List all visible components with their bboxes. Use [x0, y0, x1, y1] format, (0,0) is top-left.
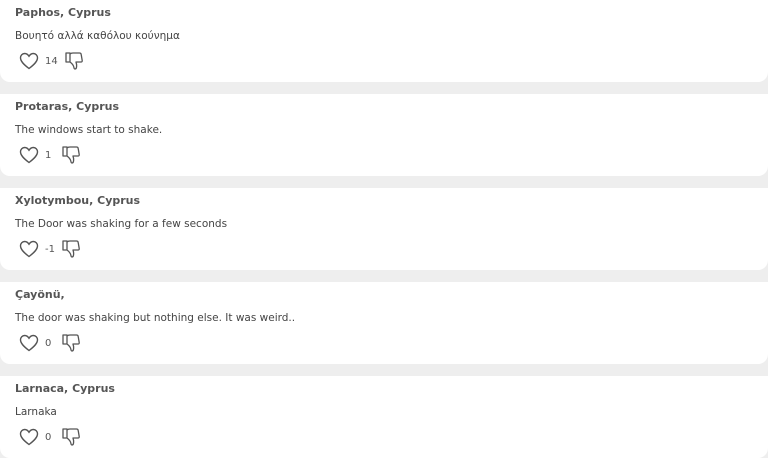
thumbs-down-icon[interactable]	[63, 50, 85, 72]
report-location: Paphos, Cyprus	[15, 6, 111, 19]
report-location: Larnaca, Cyprus	[15, 382, 115, 395]
report-message: Βουητό αλλά καθόλου κούνημα	[15, 30, 180, 42]
thumbs-down-icon[interactable]	[60, 238, 82, 260]
report-card: Çayönü, The door was shaking but nothing…	[0, 282, 768, 364]
report-card: Paphos, Cyprus Βουητό αλλά καθόλου κούνη…	[0, 0, 768, 82]
like-count: -1	[45, 243, 55, 255]
reports-feed: Paphos, Cyprus Βουητό αλλά καθόλου κούνη…	[0, 0, 768, 458]
heart-icon[interactable]	[18, 239, 40, 259]
report-message: Larnaka	[15, 406, 57, 418]
report-message: The door was shaking but nothing else. I…	[15, 312, 296, 324]
report-location: Çayönü,	[15, 288, 65, 301]
heart-icon[interactable]	[18, 51, 40, 71]
report-message: The Door was shaking for a few seconds	[15, 218, 228, 230]
heart-icon[interactable]	[18, 333, 40, 353]
like-count: 0	[45, 337, 52, 349]
like-count: 14	[45, 55, 58, 67]
report-actions: 0	[18, 332, 82, 354]
heart-icon[interactable]	[18, 145, 40, 165]
report-location: Xylotymbou, Cyprus	[15, 194, 141, 207]
report-actions: -1	[18, 238, 82, 260]
like-count: 0	[45, 431, 52, 443]
report-actions: 14	[18, 50, 85, 72]
report-actions: 0	[18, 426, 82, 448]
report-location: Protaras, Cyprus	[15, 100, 120, 113]
thumbs-down-icon[interactable]	[60, 144, 82, 166]
thumbs-down-icon[interactable]	[60, 332, 82, 354]
report-message: The windows start to shake.	[15, 124, 163, 136]
report-card: Protaras, Cyprus The windows start to sh…	[0, 94, 768, 176]
report-card: Larnaca, Cyprus Larnaka 0	[0, 376, 768, 458]
heart-icon[interactable]	[18, 427, 40, 447]
report-actions: 1	[18, 144, 82, 166]
like-count: 1	[45, 149, 52, 161]
report-card: Xylotymbou, Cyprus The Door was shaking …	[0, 188, 768, 270]
thumbs-down-icon[interactable]	[60, 426, 82, 448]
